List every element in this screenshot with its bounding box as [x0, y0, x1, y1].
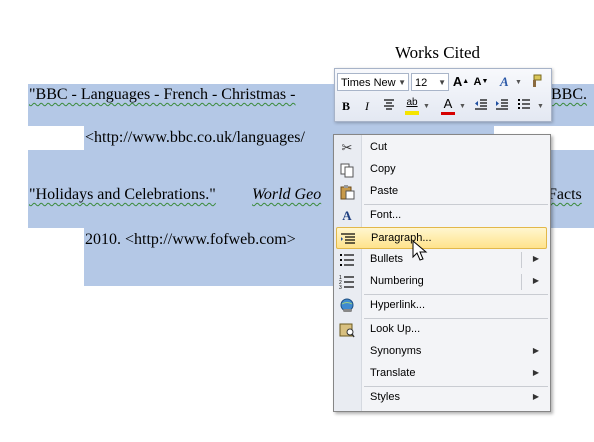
mini-toolbar: Times New ▼ 12 ▼ A▲ A▼ A ▼ B I ab ▼ A ▼ …	[334, 68, 552, 122]
citation-1-line-1-end[interactable]: BBC.	[551, 86, 587, 104]
format-painter-icon	[533, 74, 542, 87]
menu-item-paste[interactable]: Paste	[336, 181, 547, 203]
chevron-down-icon: ▼	[537, 103, 544, 110]
menu-item-copy[interactable]: Copy	[336, 159, 547, 181]
decrease-indent-icon	[475, 99, 487, 110]
scissors-icon: ✂	[341, 140, 353, 155]
menu-item-translate[interactable]: Translate ▶	[336, 363, 547, 385]
submenu-arrow-icon: ▶	[532, 392, 539, 401]
bullets-icon	[339, 252, 355, 268]
font-color-button[interactable]: A	[439, 96, 457, 115]
lookup-icon	[339, 322, 355, 338]
submenu-divider	[521, 274, 522, 290]
chevron-down-icon: ▼	[515, 79, 522, 86]
shrink-font-button[interactable]: A▼	[472, 73, 490, 91]
menu-item-hyperlink[interactable]: Hyperlink...	[336, 295, 547, 317]
grow-font-button[interactable]: A▲	[452, 73, 470, 91]
bullets-icon	[518, 99, 530, 109]
chevron-down-icon: ▼	[423, 103, 430, 110]
font-icon: A	[342, 208, 352, 223]
menu-item-bullets[interactable]: Bullets ▶	[336, 249, 547, 271]
center-align-button[interactable]	[380, 97, 398, 115]
center-align-icon	[384, 99, 394, 110]
works-cited-heading: Works Cited	[395, 43, 481, 62]
citation-2-line-2[interactable]: 2010. <http://www.fofweb.com>	[85, 231, 296, 249]
submenu-divider	[521, 252, 522, 268]
increase-indent-button[interactable]	[493, 97, 511, 115]
text-styles-button[interactable]: A	[497, 73, 515, 91]
decrease-indent-button[interactable]	[472, 97, 490, 115]
menu-item-styles[interactable]: Styles ▶	[336, 387, 547, 409]
context-menu: ✂ Cut Copy Paste A Font... Paragraph... …	[333, 134, 551, 412]
menu-item-numbering[interactable]: 123 Numbering ▶	[336, 271, 547, 293]
submenu-arrow-icon: ▶	[532, 276, 539, 285]
citation-2-italic-title[interactable]: World Geo	[252, 186, 321, 204]
paragraph-icon	[340, 231, 356, 247]
citation-1-line-1[interactable]: "BBC - Languages - French - Christmas -	[29, 86, 295, 104]
menu-item-cut[interactable]: ✂ Cut	[336, 137, 547, 159]
paste-icon	[339, 184, 355, 200]
chevron-down-icon: ▼	[398, 78, 406, 87]
hyperlink-icon	[339, 298, 355, 314]
submenu-arrow-icon: ▶	[532, 254, 539, 263]
font-size-value: 12	[415, 77, 428, 89]
bullets-toolbar-button[interactable]	[515, 97, 533, 115]
highlight-icon: ab	[406, 97, 418, 108]
copy-icon	[339, 162, 355, 178]
format-painter-button[interactable]	[527, 73, 545, 91]
text-styles-icon: A	[499, 74, 509, 89]
svg-text:A: A	[499, 74, 509, 89]
font-name-combo[interactable]: Times New ▼	[337, 73, 409, 91]
submenu-arrow-icon: ▶	[532, 368, 539, 377]
font-color-icon: A	[443, 96, 453, 111]
numbering-icon: 123	[339, 274, 355, 291]
font-name-value: Times New	[341, 77, 396, 89]
menu-item-font[interactable]: A Font...	[336, 205, 547, 227]
font-color-bar	[441, 112, 455, 115]
svg-text:3: 3	[339, 285, 342, 290]
chevron-down-icon: ▼	[459, 103, 466, 110]
highlight-button[interactable]: ab	[403, 96, 421, 115]
italic-button[interactable]: I	[358, 97, 376, 115]
increase-indent-icon	[496, 99, 508, 110]
submenu-arrow-icon: ▶	[532, 346, 539, 355]
citation-1-line-2[interactable]: <http://www.bbc.co.uk/languages/	[85, 129, 305, 147]
citation-2-line-1-end[interactable]: Facts	[548, 186, 582, 204]
mouse-pointer-icon	[412, 240, 428, 261]
menu-item-synonyms[interactable]: Synonyms ▶	[336, 341, 547, 363]
font-size-combo[interactable]: 12 ▼	[411, 73, 449, 91]
bold-button[interactable]: B	[337, 97, 355, 115]
menu-item-paragraph[interactable]: Paragraph...	[336, 227, 547, 249]
chevron-down-icon: ▼	[438, 78, 446, 87]
menu-item-look-up[interactable]: Look Up...	[336, 319, 547, 341]
highlight-color-bar	[405, 111, 419, 115]
citation-2-line-1[interactable]: "Holidays and Celebrations."	[29, 186, 216, 204]
